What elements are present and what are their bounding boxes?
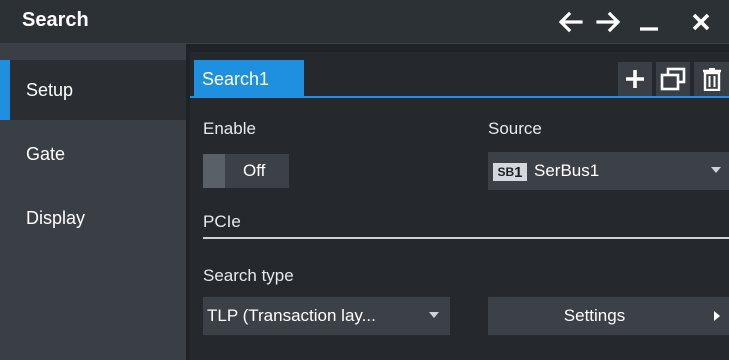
serbus-badge-icon: SB 1 (493, 163, 527, 181)
close-icon (692, 13, 710, 31)
add-search-button[interactable] (618, 62, 652, 96)
badge-prefix: SB (497, 165, 515, 179)
search-dialog: Search Setup Gate Display Search1 Enable… (0, 0, 729, 360)
forward-icon (596, 11, 621, 33)
enable-toggle[interactable]: Off (203, 154, 289, 188)
badge-number: 1 (514, 163, 523, 181)
sidebar-item-label: Setup (26, 79, 74, 100)
add-icon (626, 70, 644, 88)
source-select[interactable]: SB 1 SerBus1 (488, 152, 729, 190)
source-value: SerBus1 (534, 161, 600, 180)
search-type-select[interactable]: TLP (Transaction lay... (203, 297, 450, 335)
delete-search-button[interactable] (694, 62, 729, 96)
chevron-right-icon (714, 311, 720, 321)
settings-button[interactable]: Settings (488, 297, 729, 335)
trash-icon (702, 68, 721, 91)
back-button[interactable] (553, 7, 587, 37)
sidebar-item-label: Display (26, 207, 86, 228)
chevron-down-icon (429, 312, 439, 318)
back-icon (558, 11, 583, 33)
copy-icon (660, 67, 686, 91)
section-divider (203, 237, 729, 239)
minimize-button[interactable] (632, 7, 666, 37)
dialog-title: Search (22, 9, 89, 31)
tab-search1[interactable]: Search1 (194, 60, 304, 98)
tab-label: Search1 (202, 68, 270, 89)
sidebar-item-gate[interactable]: Gate (0, 124, 186, 184)
chevron-down-icon (711, 167, 721, 173)
settings-label: Settings (563, 306, 626, 325)
toggle-state: Off (243, 161, 266, 180)
toggle-knob (203, 154, 225, 188)
close-button[interactable] (684, 7, 718, 37)
sidebar-item-label: Gate (26, 143, 66, 164)
setup-panel: Search1 Enable Off Source SB 1 SerBus1 P… (190, 52, 729, 360)
search-type-value: TLP (Transaction lay... (207, 306, 376, 325)
sidebar-item-setup[interactable]: Setup (0, 60, 186, 120)
search-type-label: Search type (203, 266, 294, 285)
sidebar: Setup Gate Display (0, 44, 186, 360)
source-label: Source (488, 119, 542, 138)
minimize-icon (640, 27, 658, 31)
tab-bar: Search1 (190, 52, 729, 98)
enable-label: Enable (203, 119, 256, 138)
title-bar: Search (0, 0, 729, 44)
sidebar-item-display[interactable]: Display (0, 188, 186, 248)
section-heading: PCIe (203, 212, 241, 231)
copy-search-button[interactable] (656, 62, 690, 96)
forward-button[interactable] (592, 7, 626, 37)
